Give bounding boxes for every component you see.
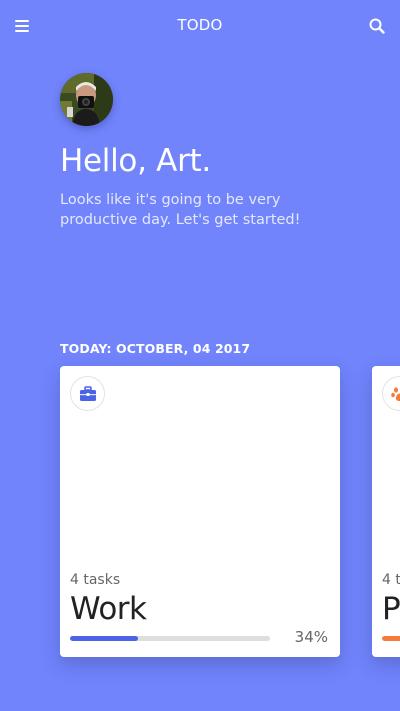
greeting-heading: Hello, Art. [60,143,211,179]
avatar[interactable] [60,73,113,126]
greeting-subtitle: Looks like it's going to be very product… [60,192,301,228]
progress-bar [70,636,270,641]
briefcase-icon [79,385,96,401]
avatar-photo [60,73,113,126]
paw-icon [390,386,400,401]
progress-percent: 34% [294,628,328,646]
today-date-label: TODAY: OCTOBER, 04 2017 [60,341,251,356]
category-card-work[interactable]: 4 tasks Work 34% [60,366,340,657]
card-title: P [382,591,400,627]
search-icon[interactable] [368,17,386,35]
progress-bar [382,636,400,641]
app-title: TODO [177,16,223,34]
task-count: 4 t [382,572,400,588]
card-icon-container [70,376,105,411]
card-icon-container [382,376,400,411]
top-bar: TODO [0,0,400,54]
progress-fill [382,636,400,641]
progress-fill [70,636,138,641]
task-count: 4 tasks [70,572,121,588]
card-title: Work [70,591,147,627]
app-screen: TODO Hello, Art. Looks like it's going t… [0,0,400,711]
category-card-personal[interactable]: 4 t P [372,366,400,657]
